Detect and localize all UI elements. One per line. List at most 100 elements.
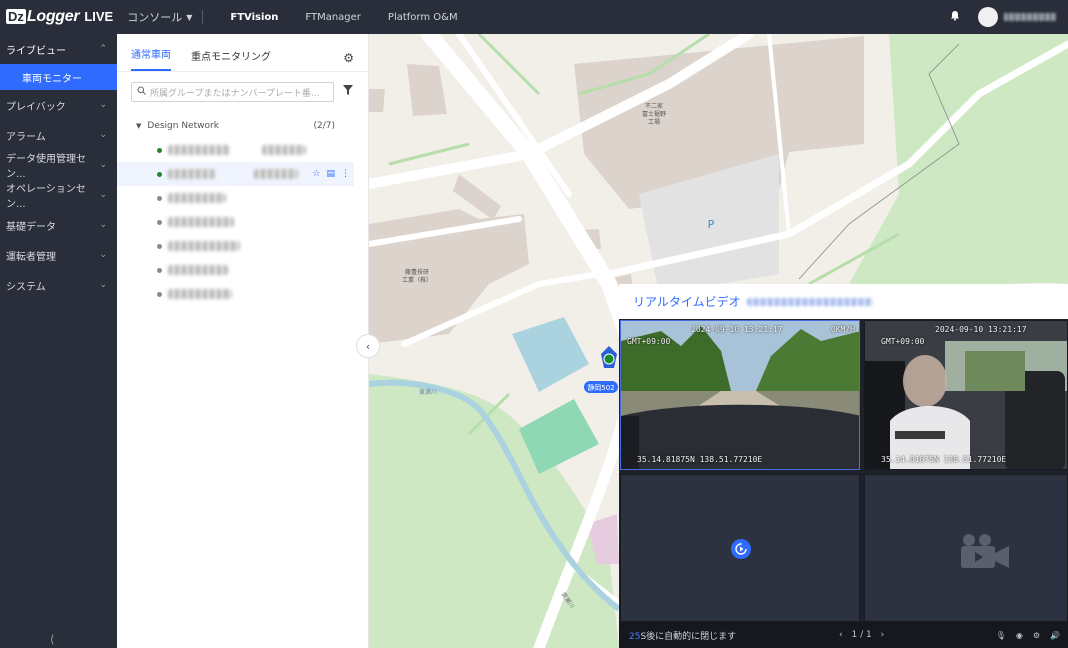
vehicle-plate-redacted — [254, 169, 298, 179]
osd-timezone: GMT+09:00 — [627, 337, 671, 346]
collapse-panel-button[interactable]: ‹ — [356, 334, 380, 358]
chevron-down-icon: ⌄ — [99, 100, 107, 110]
chevron-up-icon: ⌃ — [99, 44, 107, 54]
status-offline-dot — [157, 291, 162, 297]
osd-speed: 0KM/H — [830, 325, 855, 334]
document-icon[interactable]: ▤ — [326, 169, 335, 179]
console-menu[interactable]: コンソール ▼ — [127, 9, 192, 25]
sidebar-item-label: システム — [6, 281, 46, 293]
bell-icon[interactable] — [950, 10, 960, 24]
parking-label: P — [708, 218, 715, 231]
tab-focus-monitoring[interactable]: 重点モニタリング — [191, 48, 271, 71]
nav-ftmanager[interactable]: FTManager — [305, 12, 361, 23]
vehicle-row[interactable] — [117, 282, 369, 306]
status-offline-dot — [157, 195, 162, 201]
chevron-left-icon: ‹ — [365, 339, 371, 353]
vehicle-name-redacted — [168, 145, 230, 155]
vehicle-name-redacted — [746, 297, 873, 306]
avatar[interactable] — [978, 7, 998, 27]
group-name: Design Network — [147, 121, 219, 131]
gear-icon[interactable]: ⚙ — [343, 51, 354, 65]
vehicle-row[interactable] — [117, 234, 369, 258]
prev-page-icon[interactable]: ‹ — [839, 630, 843, 640]
status-offline-dot — [157, 219, 162, 225]
video-title: リアルタイムビデオ — [633, 295, 741, 309]
sidebar-item-data-usage[interactable]: データ使用管理セン... ⌄ — [0, 150, 117, 180]
osd-coordinates: 35.14.81875N 138.51.77210E — [637, 455, 763, 464]
building-label-2-line1: 藤豊技研 — [405, 268, 429, 276]
sidebar-item-label: オペレーションセン... — [6, 184, 86, 210]
sidebar-item-drivers[interactable]: 運転者管理 ⌄ — [0, 240, 117, 270]
next-page-icon[interactable]: › — [881, 630, 885, 640]
sidebar-subitem-vehicle-monitor[interactable]: 車両モニター — [0, 64, 117, 90]
status-online-dot — [157, 147, 162, 153]
video-camera-icon — [961, 534, 1009, 568]
vehicle-row[interactable] — [117, 186, 369, 210]
sidebar-item-alarm[interactable]: アラーム ⌄ — [0, 120, 117, 150]
sidebar-item-liveview[interactable]: ライブビュー ⌃ — [0, 34, 117, 64]
sidebar-item-operation[interactable]: オペレーションセン... ⌄ — [0, 180, 117, 210]
vehicle-plate-redacted — [262, 145, 306, 155]
building-label-1-line2: 富士裾野 — [642, 110, 666, 118]
vehicle-name-redacted — [168, 289, 232, 299]
app-logo[interactable]: Dz Logger LIVE — [6, 8, 113, 26]
group-count: (2/7) — [313, 121, 335, 131]
settings-icon[interactable]: ⚙ — [1033, 631, 1040, 640]
tree-group[interactable]: ▼ Design Network (2/7) — [117, 118, 369, 134]
sidebar-item-playback[interactable]: プレイバック ⌄ — [0, 90, 117, 120]
chevron-down-icon: ⌄ — [99, 280, 107, 290]
vehicle-row[interactable] — [117, 210, 369, 234]
loading-play-icon[interactable] — [731, 539, 751, 559]
realtime-video-panel: リアルタイムビデオ 2024-09-10 13:21:17 GMT+09:00 … — [619, 284, 1068, 648]
sidebar-item-system[interactable]: システム ⌄ — [0, 270, 117, 300]
sidebar-item-label: プレイバック — [6, 101, 66, 113]
building-label-2-line2: 工業（株） — [402, 276, 432, 284]
logo-text: Logger — [26, 8, 80, 25]
video-header: リアルタイムビデオ — [619, 284, 1068, 319]
record-icon[interactable]: ◉ — [1016, 631, 1023, 640]
building-label-1-line3: 工場 — [648, 118, 660, 126]
microphone-icon[interactable]: 🎙 — [996, 631, 1006, 640]
video-channel-3[interactable] — [620, 474, 860, 622]
nav-platform-om[interactable]: Platform O&M — [388, 12, 458, 23]
vehicle-row[interactable] — [117, 258, 369, 282]
video-channel-2[interactable]: 2024-09-10 13:21:17 GMT+09:00 35.14.8187… — [864, 320, 1068, 470]
countdown-text: S後に自動的に閉じます — [640, 631, 737, 642]
search-input[interactable]: 所属グループまたはナンバープレート番... — [131, 82, 334, 102]
caret-down-icon: ▼ — [186, 12, 193, 22]
tab-normal-vehicles[interactable]: 通常車両 — [131, 46, 171, 71]
vehicle-name-redacted — [168, 265, 228, 275]
sidebar-item-basic-data[interactable]: 基礎データ ⌄ — [0, 210, 117, 240]
video-channel-4[interactable] — [864, 474, 1068, 622]
star-icon[interactable]: ☆ — [312, 169, 320, 179]
vehicle-plate-label: 静岡502 — [587, 383, 614, 392]
pagination: ‹ 1 / 1 › — [839, 630, 884, 640]
sidebar: ライブビュー ⌃ 車両モニター プレイバック ⌄ アラーム ⌄ データ使用管理セン..… — [0, 34, 117, 648]
top-bar: Dz Logger LIVE コンソール ▼ FTVision FTManage… — [0, 0, 1068, 34]
osd-timestamp: 2024-09-10 13:21:17 — [691, 325, 783, 334]
countdown-seconds: 25 — [629, 631, 641, 642]
osd-timestamp: 2024-09-10 13:21:17 — [935, 325, 1027, 334]
collapse-sidebar-icon[interactable]: ⟨ — [50, 633, 54, 646]
vehicle-name-redacted — [168, 169, 216, 179]
sidebar-item-label: 運転者管理 — [6, 251, 56, 263]
chevron-down-icon: ⌄ — [99, 190, 107, 200]
chevron-down-icon: ⌄ — [99, 220, 107, 230]
vehicle-row[interactable] — [117, 138, 369, 162]
console-label: コンソール — [127, 11, 183, 24]
filter-icon[interactable] — [343, 85, 353, 98]
vehicle-row-selected[interactable]: ☆ ▤ ⋮ — [117, 162, 354, 186]
vehicle-tree: ▼ Design Network (2/7) ☆ ▤ ⋮ — [117, 118, 369, 306]
vehicle-panel: 通常車両 重点モニタリング ⚙ 所属グループまたはナンバープレート番... ▼ … — [117, 34, 369, 648]
nav-ftvision[interactable]: FTVision — [230, 12, 278, 23]
more-icon[interactable]: ⋮ — [341, 169, 350, 179]
volume-icon[interactable]: 🔊 — [1050, 631, 1060, 640]
video-footer: 25S後に自動的に閉じます ‹ 1 / 1 › 🎙 ◉ ⚙ 🔊 — [619, 622, 1068, 648]
user-name-redacted[interactable] — [1004, 13, 1056, 21]
river-label: 黄瀬川 — [419, 388, 437, 396]
vehicle-name-redacted — [168, 193, 226, 203]
auto-close-countdown: 25S後に自動的に閉じます — [629, 629, 736, 642]
status-online-dot — [157, 171, 162, 177]
video-channel-1[interactable]: 2024-09-10 13:21:17 GMT+09:00 0KM/H 35.1… — [620, 320, 860, 470]
sidebar-item-label: アラーム — [6, 131, 46, 143]
